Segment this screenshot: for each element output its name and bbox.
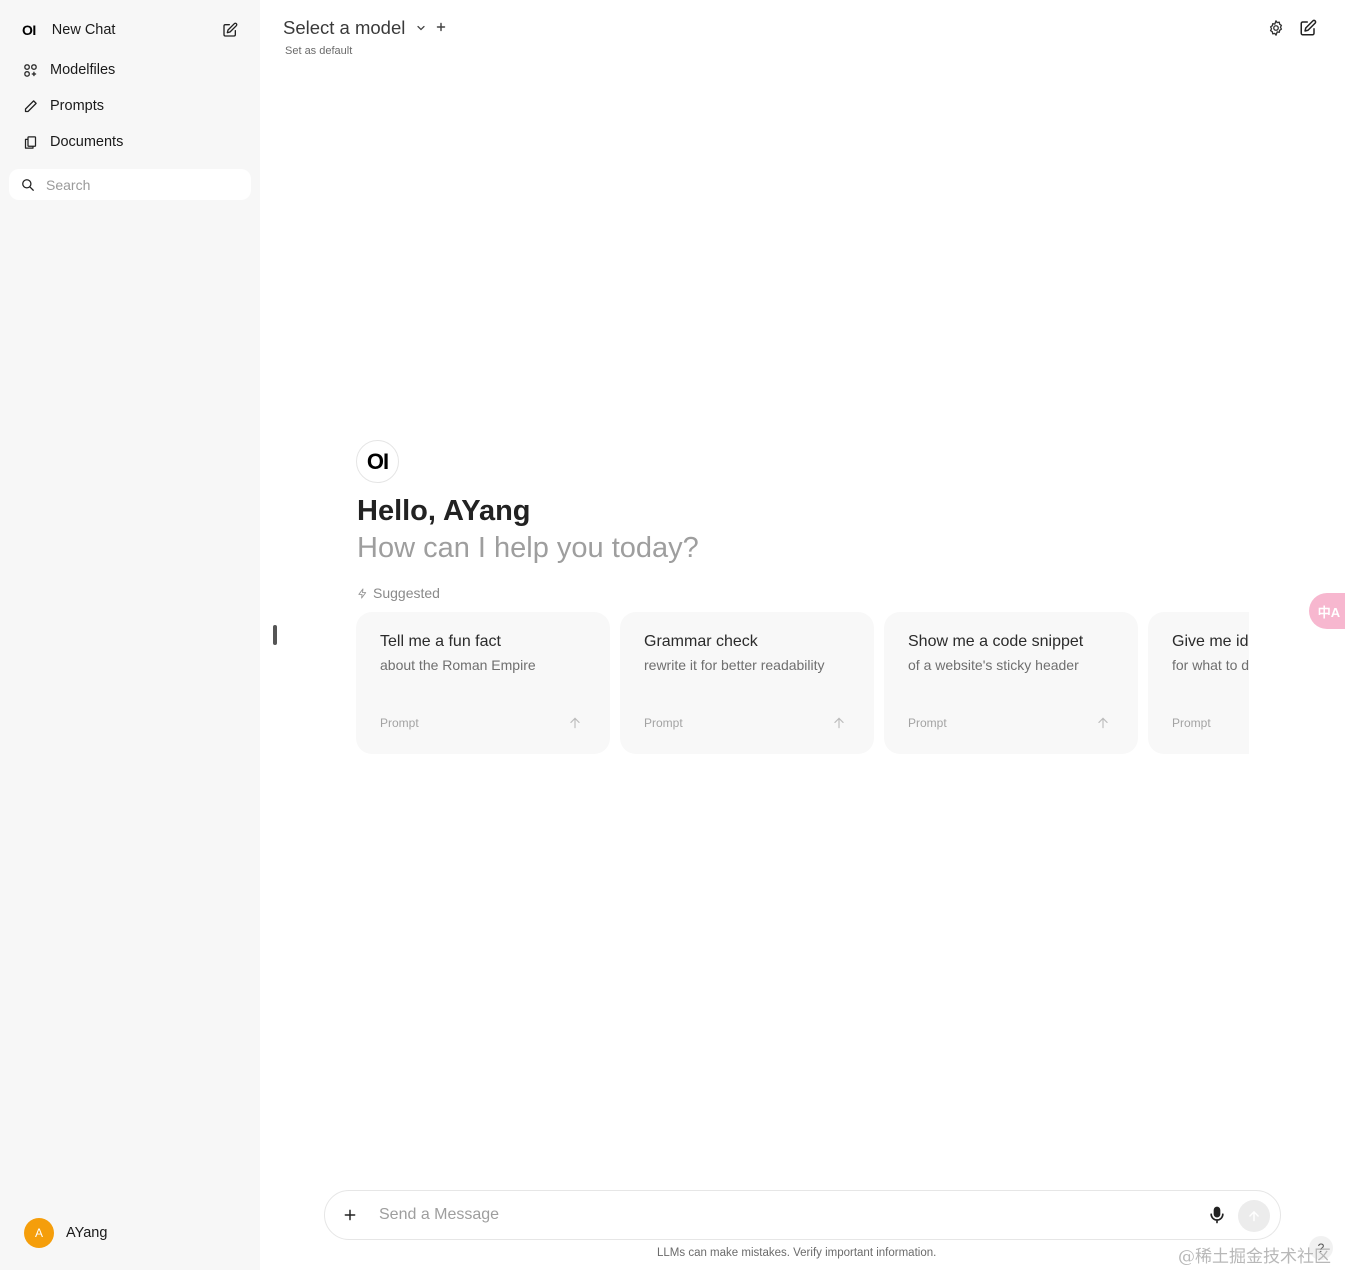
- greeting-title: Hello, AYang: [357, 495, 531, 527]
- edit-icon[interactable]: [222, 22, 238, 38]
- settings-gear-icon[interactable]: [1267, 19, 1285, 37]
- set-as-default-link[interactable]: Set as default: [285, 45, 352, 57]
- avatar: A: [24, 1218, 54, 1248]
- suggestion-tag: Prompt: [380, 716, 419, 730]
- user-menu[interactable]: A AYang: [24, 1218, 107, 1248]
- arrow-up-icon: [570, 717, 580, 729]
- new-chat-edit-icon[interactable]: [1299, 19, 1317, 37]
- message-composer: Send a Message: [324, 1190, 1281, 1240]
- suggestion-tag: Prompt: [644, 716, 683, 730]
- greeting-subtitle: How can I help you today?: [357, 532, 699, 564]
- sidebar-item-prompts[interactable]: Prompts: [10, 90, 250, 122]
- sidebar-item-label: Prompts: [50, 98, 104, 114]
- sidebar: OI New Chat Modelfiles Prompts Documents…: [0, 0, 260, 1270]
- search-input[interactable]: Search: [9, 169, 251, 200]
- suggestion-card[interactable]: Show me a code snippet of a website's st…: [884, 612, 1138, 754]
- sidebar-item-label: Modelfiles: [50, 62, 116, 78]
- suggestion-title: Give me ideas: [1172, 633, 1249, 650]
- suggestion-cards: Tell me a fun fact about the Roman Empir…: [356, 612, 1249, 758]
- suggestion-title: Show me a code snippet: [908, 633, 1084, 650]
- sidebar-item-label: Documents: [50, 134, 124, 150]
- watermark: @稀土掘金技术社区: [1178, 1247, 1331, 1267]
- disclaimer-text: LLMs can make mistakes. Verify important…: [657, 1247, 937, 1259]
- plus-icon[interactable]: [343, 1208, 357, 1222]
- suggested-label: Suggested: [373, 585, 440, 601]
- microphone-icon[interactable]: [1207, 1205, 1227, 1225]
- suggestion-subtitle: for what to do with my kids' art: [1172, 657, 1249, 673]
- suggestion-subtitle: about the Roman Empire: [380, 657, 536, 673]
- model-select-label: Select a model: [283, 17, 406, 38]
- sidebar-item-documents[interactable]: Documents: [10, 126, 250, 158]
- arrow-up-icon: [1249, 1210, 1259, 1222]
- pencil-icon: [22, 98, 38, 114]
- suggestion-tag: Prompt: [908, 716, 947, 730]
- modelfiles-icon: [22, 62, 38, 78]
- suggestion-subtitle: rewrite it for better readability: [644, 657, 825, 673]
- suggestion-tag: Prompt: [1172, 716, 1211, 730]
- message-input[interactable]: Send a Message: [379, 1206, 499, 1224]
- suggestion-card[interactable]: Give me ideas for what to do with my kid…: [1148, 612, 1249, 754]
- model-selector[interactable]: Select a model: [283, 17, 427, 39]
- suggestion-title: Tell me a fun fact: [380, 633, 501, 650]
- new-chat-button[interactable]: OI New Chat: [10, 14, 250, 46]
- send-button[interactable]: [1238, 1200, 1270, 1232]
- arrow-up-icon: [1098, 717, 1108, 729]
- translate-button[interactable]: 中A: [1309, 593, 1345, 629]
- sidebar-item-modelfiles[interactable]: Modelfiles: [10, 54, 250, 86]
- bolt-icon: [358, 587, 367, 599]
- app-logo: OI: [22, 22, 36, 38]
- add-model-icon[interactable]: [434, 20, 448, 34]
- user-name: AYang: [66, 1225, 108, 1241]
- documents-icon: [22, 134, 38, 150]
- suggestion-subtitle: of a website's sticky header: [908, 657, 1079, 673]
- arrow-up-icon: [834, 717, 844, 729]
- sidebar-resize-handle[interactable]: [273, 625, 277, 645]
- search-placeholder: Search: [46, 176, 91, 193]
- suggestion-title: Grammar check: [644, 633, 758, 650]
- suggested-header: Suggested: [357, 585, 440, 601]
- suggestion-card[interactable]: Tell me a fun fact about the Roman Empir…: [356, 612, 610, 754]
- model-logo: OI: [356, 440, 399, 483]
- chevron-down-icon: [417, 25, 425, 31]
- suggestion-card[interactable]: Grammar check rewrite it for better read…: [620, 612, 874, 754]
- search-icon: [22, 178, 34, 191]
- new-chat-label: New Chat: [51, 22, 116, 38]
